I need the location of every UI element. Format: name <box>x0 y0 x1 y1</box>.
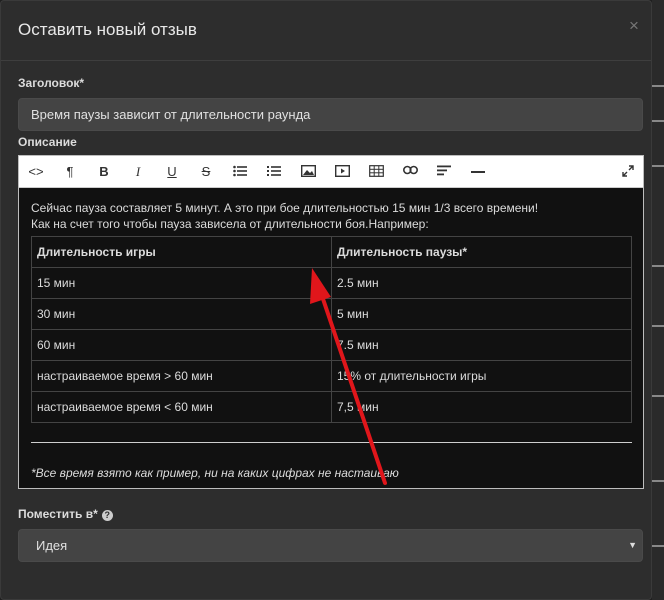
unordered-list-icon[interactable] <box>229 162 251 182</box>
review-modal: Оставить новый отзыв × Заголовок* Время … <box>0 0 652 600</box>
place-select-value: Идея <box>36 538 68 553</box>
table-cell[interactable]: 15 мин <box>31 267 332 299</box>
paragraph-icon[interactable]: ¶ <box>59 162 81 182</box>
bold-icon[interactable]: B <box>93 162 115 182</box>
table-row: настраиваемое время < 60 мин 7,5 мин <box>31 391 632 423</box>
modal-title: Оставить новый отзыв <box>18 20 197 39</box>
editor-content[interactable]: Сейчас пауза составляет 5 минут. А это п… <box>31 200 633 480</box>
italic-icon[interactable]: I <box>127 162 149 182</box>
table-cell[interactable]: 60 мин <box>31 329 332 361</box>
close-icon[interactable]: × <box>629 17 639 34</box>
table-cell[interactable]: настраиваемое время > 60 мин <box>31 360 332 392</box>
table-cell[interactable]: 5 мин <box>331 298 632 330</box>
table-cell[interactable]: 2.5 мин <box>331 267 632 299</box>
content-line-1: Сейчас пауза составляет 5 минут. А это п… <box>31 201 539 215</box>
table-row: 15 мин 2.5 мин <box>31 267 632 299</box>
align-left-icon[interactable] <box>433 162 455 182</box>
horizontal-rule <box>31 442 632 443</box>
video-icon[interactable] <box>331 162 353 182</box>
table-row: настраиваемое время > 60 мин 15% от длит… <box>31 360 632 392</box>
table-cell[interactable]: настраиваемое время < 60 мин <box>31 391 332 423</box>
content-line-2: Как на счет того чтобы пауза зависела от… <box>31 217 429 231</box>
title-input[interactable]: Время паузы зависит от длительности раун… <box>18 98 643 131</box>
table-cell[interactable]: 7.5 мин <box>331 329 632 361</box>
table-row: 60 мин 7.5 мин <box>31 329 632 361</box>
code-view-icon[interactable]: <> <box>25 162 47 182</box>
horizontal-line-icon[interactable] <box>467 162 489 182</box>
help-icon[interactable]: ? <box>101 510 113 521</box>
underline-icon[interactable]: U <box>161 162 183 182</box>
table-header-cell: Длительность паузы* <box>331 236 632 268</box>
table-header-cell: Длительность игры <box>31 236 332 268</box>
title-label: Заголовок* <box>18 76 85 90</box>
backdrop <box>652 0 664 600</box>
modal-header: Оставить новый отзыв × <box>1 1 651 61</box>
fullscreen-icon[interactable] <box>617 162 639 182</box>
image-icon[interactable] <box>297 162 319 182</box>
description-label: Описание <box>18 135 77 149</box>
rich-text-editor[interactable]: <> ¶ B I U S Сейчас пауза составляет 5 м… <box>18 155 644 489</box>
editor-toolbar: <> ¶ B I U S <box>19 156 643 188</box>
place-label: Поместить в*? <box>18 507 113 521</box>
table-cell[interactable]: 7,5 мин <box>331 391 632 423</box>
table-row: 30 мин 5 мин <box>31 298 632 330</box>
table-cell[interactable]: 15% от длительности игры <box>331 360 632 392</box>
content-note: *Все время взято как пример, ни на каких… <box>31 466 399 480</box>
place-select[interactable]: Идея ▼ <box>18 529 643 562</box>
table-header-row: Длительность игры Длительность паузы* <box>31 236 632 268</box>
table-icon[interactable] <box>365 162 387 182</box>
ordered-list-icon[interactable] <box>263 162 285 182</box>
link-icon[interactable] <box>399 162 421 182</box>
duration-table: Длительность игры Длительность паузы* 15… <box>31 236 632 423</box>
place-label-text: Поместить в* <box>18 507 98 521</box>
caret-down-icon: ▼ <box>628 540 637 550</box>
table-cell[interactable]: 30 мин <box>31 298 332 330</box>
strikethrough-icon[interactable]: S <box>195 162 217 182</box>
